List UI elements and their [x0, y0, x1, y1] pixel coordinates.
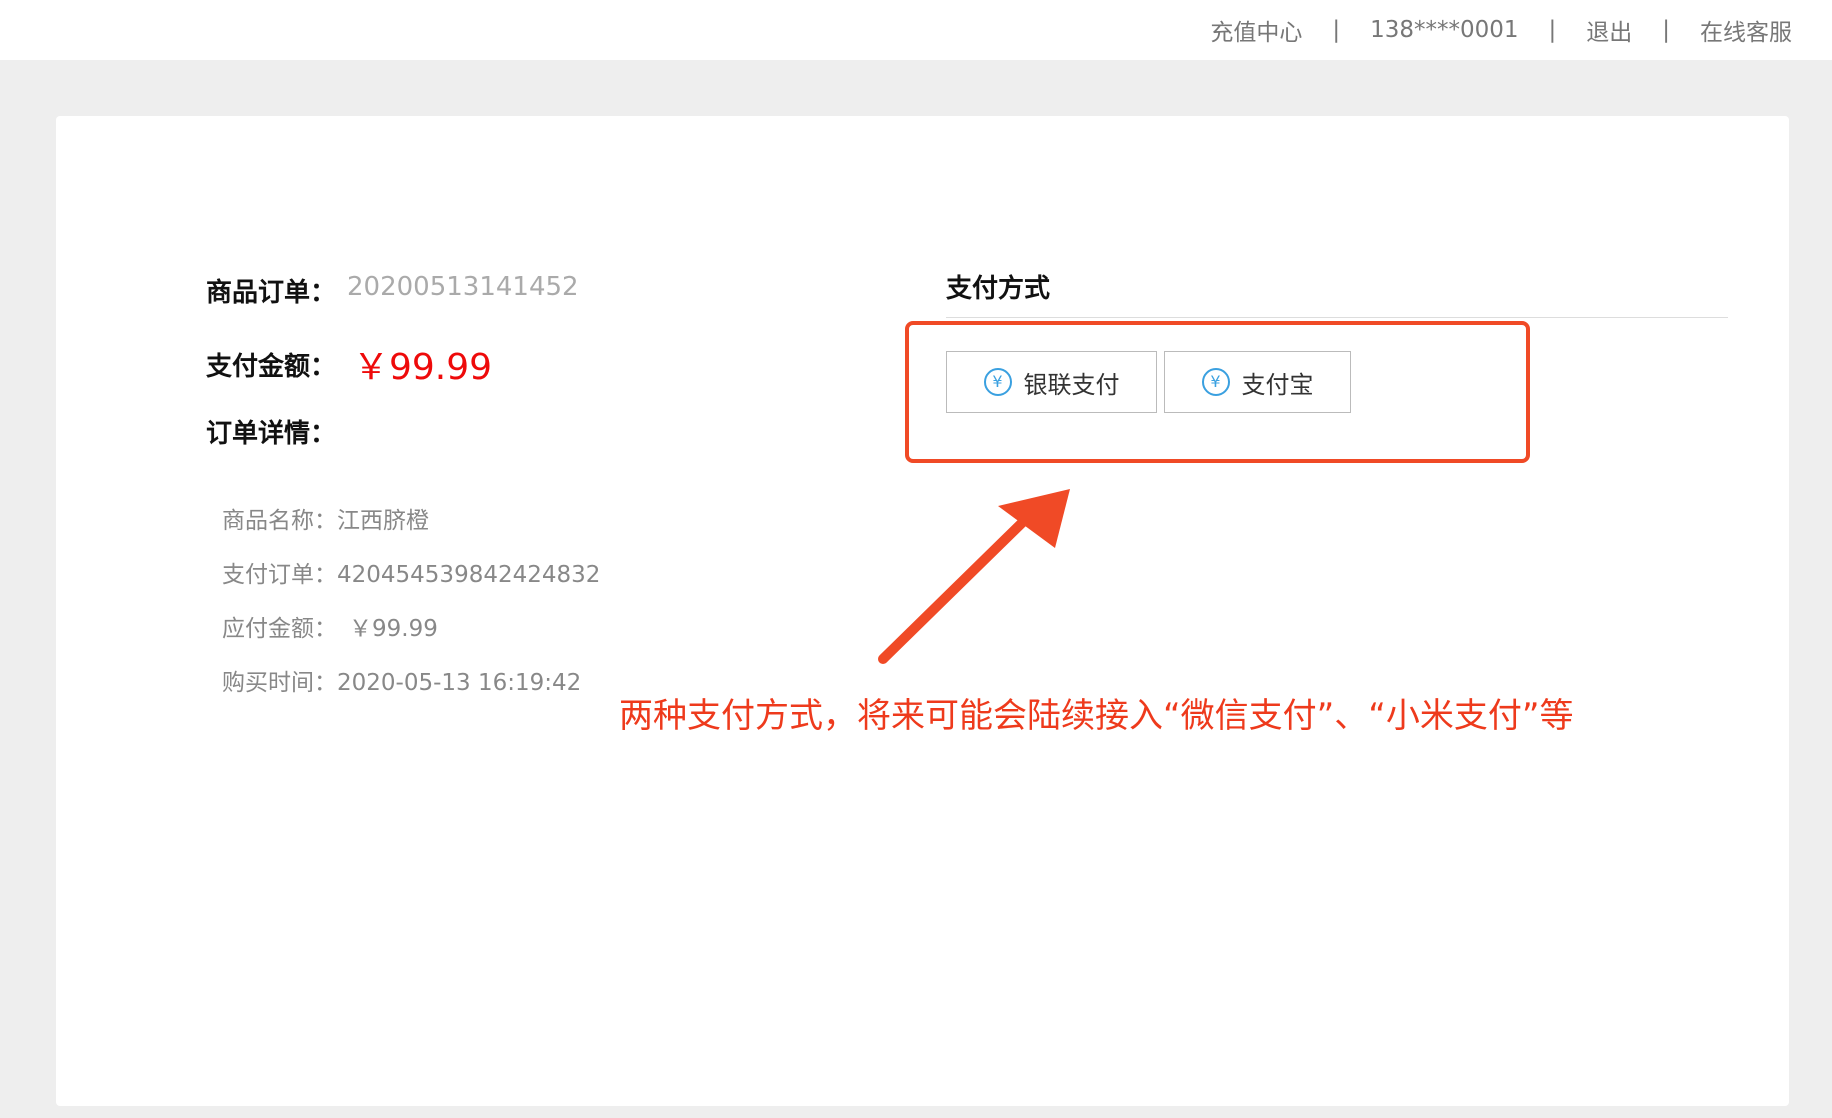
detail-value: ￥99.99 — [349, 616, 438, 642]
detail-row-purchase-time: 购买时间：2020-05-13 16:19:42 — [222, 663, 600, 717]
detail-row-pay-order: 支付订单：420454539842424832 — [222, 555, 600, 609]
detail-label: 商品名称： — [222, 508, 337, 534]
annotation-text: 两种支付方式，将来可能会陆续接入“微信支付”、“小米支付”等 — [619, 696, 1574, 736]
detail-row-due-amount: 应付金额： ￥99.99 — [222, 609, 600, 663]
payment-highlight-box — [905, 321, 1530, 463]
order-number-label: 商品订单： — [206, 278, 337, 308]
detail-value: 江西脐橙 — [337, 508, 429, 534]
order-card: 商品订单： 20200513141452 支付金额： ￥99.99 订单详情： … — [56, 116, 1789, 1106]
pay-amount-label: 支付金额： — [206, 352, 337, 382]
recharge-center-link[interactable]: 充值中心 — [1210, 13, 1302, 47]
arrow-head — [998, 489, 1070, 548]
nav-separator: | — [1332, 17, 1341, 43]
logout-link[interactable]: 退出 — [1586, 13, 1632, 47]
payment-method-title: 支付方式 — [946, 274, 1051, 304]
detail-value: 420454539842424832 — [337, 562, 601, 588]
nav-separator: | — [1662, 17, 1670, 43]
top-bar: 充值中心 | 138****0001 | 退出 | 在线客服 — [0, 0, 1832, 60]
online-service-link[interactable]: 在线客服 — [1700, 13, 1792, 47]
detail-row-product-name: 商品名称：江西脐橙 — [222, 501, 600, 555]
user-phone-link[interactable]: 138****0001 — [1370, 17, 1518, 43]
nav-separator: | — [1548, 17, 1557, 43]
detail-label: 支付订单： — [222, 562, 337, 588]
detail-value: 2020-05-13 16:19:42 — [337, 670, 582, 696]
detail-label: 购买时间： — [222, 670, 337, 696]
order-number-value: 20200513141452 — [347, 272, 579, 302]
top-nav: 充值中心 | 138****0001 | 退出 | 在线客服 — [1210, 0, 1792, 60]
order-detail-label: 订单详情： — [206, 419, 337, 449]
detail-label: 应付金额： — [222, 616, 337, 642]
payment-divider — [946, 317, 1728, 318]
arrow-shaft — [878, 510, 1035, 664]
order-detail-list: 商品名称：江西脐橙 支付订单：420454539842424832 应付金额： ￥… — [222, 501, 600, 717]
pay-amount-value: ￥99.99 — [353, 347, 493, 388]
